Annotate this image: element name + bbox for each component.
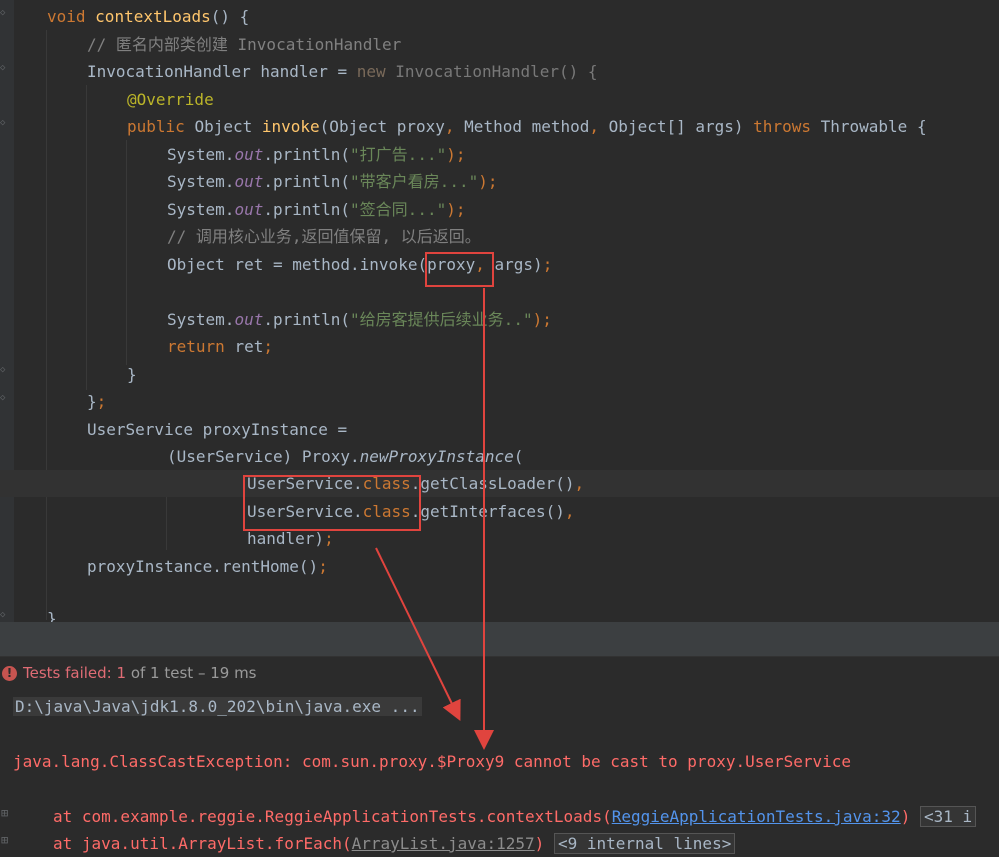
code-line[interactable]: Object ret = method.invoke(proxy, args);	[167, 251, 552, 278]
stack-trace-line: at com.example.reggie.ReggieApplicationT…	[53, 804, 977, 830]
code-line[interactable]: (UserService) Proxy.newProxyInstance(	[167, 443, 523, 470]
code-line[interactable]: // 匿名内部类创建 InvocationHandler	[87, 31, 401, 58]
panel-divider[interactable]	[0, 622, 999, 656]
internal-lines-fold[interactable]: <31 i	[919, 806, 977, 827]
fold-marker-icon[interactable]: ◇	[0, 9, 8, 18]
fold-marker-icon[interactable]: ◇	[0, 64, 8, 73]
code-line[interactable]: };	[87, 388, 106, 415]
fold-marker-icon[interactable]: ◇	[0, 611, 8, 620]
code-line[interactable]: @Override	[127, 86, 214, 113]
code-line[interactable]: System.out.println("给房客提供后续业务..");	[167, 306, 552, 333]
indent-guide	[86, 85, 87, 390]
code-editor[interactable]: ◇ ◇ ◇ ◇ ◇ ◇ void contextLoads() { // 匿名内…	[0, 0, 999, 622]
code-line[interactable]: proxyInstance.rentHome();	[87, 553, 328, 580]
annotation-box-proxy	[425, 252, 494, 287]
annotation-box-userservice-class	[243, 475, 421, 531]
code-line[interactable]: System.out.println("签合同...");	[167, 196, 465, 223]
expand-icon[interactable]: ⊞	[1, 833, 11, 847]
stack-trace-link[interactable]: ReggieApplicationTests.java:32	[612, 807, 901, 826]
code-line[interactable]: return ret;	[167, 333, 273, 360]
fold-marker-icon[interactable]: ◇	[0, 394, 8, 403]
tests-failed-label: Tests failed:	[23, 664, 117, 682]
code-line[interactable]: public Object invoke(Object proxy, Metho…	[127, 113, 927, 140]
code-line[interactable]: System.out.println("带客户看房...");	[167, 168, 497, 195]
internal-lines-fold[interactable]: <9 internal lines>	[553, 833, 736, 854]
test-run-status-bar: ! Tests failed: 1 of 1 test – 19 ms	[0, 656, 999, 690]
code-line[interactable]: InvocationHandler handler = new Invocati…	[87, 58, 598, 85]
fold-marker-icon[interactable]: ◇	[0, 366, 8, 375]
expand-icon[interactable]: ⊞	[1, 806, 11, 820]
code-line[interactable]: }	[47, 605, 57, 622]
code-line[interactable]: void contextLoads() {	[47, 3, 249, 30]
stack-trace-link[interactable]: ArrayList.java:1257	[352, 834, 535, 853]
console-exception-line: java.lang.ClassCastException: com.sun.pr…	[13, 752, 852, 771]
tests-failed-count: 1	[116, 664, 127, 682]
code-line[interactable]: System.out.println("打广告...");	[167, 141, 465, 168]
console-command-line[interactable]: D:\java\Java\jdk1.8.0_202\bin\java.exe .…	[13, 694, 422, 720]
tests-summary-text: of 1 test – 19 ms	[126, 664, 257, 682]
fold-marker-icon[interactable]: ◇	[0, 119, 8, 128]
stack-trace-line: at java.util.ArrayList.forEach(ArrayList…	[53, 831, 736, 857]
code-line[interactable]: // 调用核心业务,返回值保留, 以后返回。	[167, 223, 481, 250]
indent-guide	[126, 140, 127, 365]
code-line[interactable]: UserService proxyInstance =	[87, 416, 347, 443]
error-icon: !	[2, 666, 17, 681]
code-line-current[interactable]: UserService.class.getClassLoader(),	[0, 470, 999, 497]
indent-guide	[46, 30, 47, 620]
editor-gutter: ◇ ◇ ◇ ◇ ◇ ◇	[0, 0, 14, 622]
code-line[interactable]: }	[127, 361, 137, 388]
run-console[interactable]: D:\java\Java\jdk1.8.0_202\bin\java.exe .…	[0, 689, 999, 854]
